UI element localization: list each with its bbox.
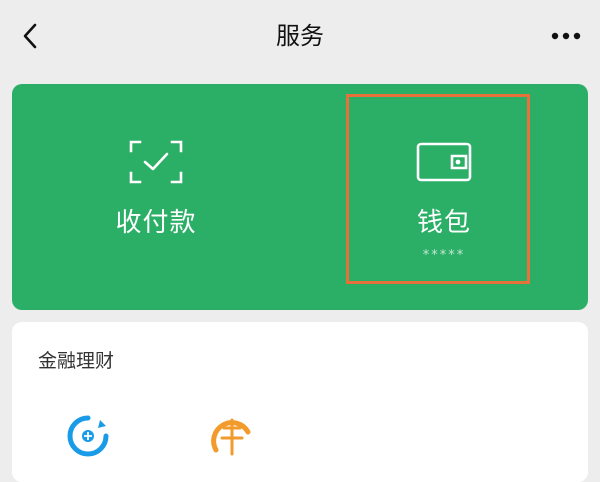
finance-orange-icon (211, 418, 251, 456)
nav-bar: 服务 (0, 0, 600, 72)
more-button[interactable] (546, 20, 586, 52)
finance-service-1[interactable] (66, 414, 110, 458)
payment-card: 收付款 钱包 ***** (12, 84, 588, 310)
pay-icon-wrap (12, 138, 300, 186)
finance-blue-icon (67, 415, 109, 457)
more-dots-icon (551, 32, 581, 40)
wallet-icon-wrap (300, 138, 588, 186)
chevron-left-icon (23, 23, 37, 49)
back-button[interactable] (12, 18, 48, 54)
wallet-balance-masked: ***** (422, 248, 466, 263)
finance-section-title: 金融理财 (38, 350, 115, 372)
scan-check-icon (129, 140, 183, 184)
page-title: 服务 (276, 22, 324, 50)
wallet-icon (416, 142, 472, 182)
pay-receive-button[interactable]: 收付款 (12, 84, 300, 310)
wallet-label: 钱包 (416, 208, 471, 238)
pay-receive-label: 收付款 (115, 208, 197, 238)
wallet-button[interactable]: 钱包 ***** (300, 84, 588, 310)
finance-card: 金融理财 (12, 322, 588, 482)
finance-service-2[interactable] (210, 414, 254, 458)
